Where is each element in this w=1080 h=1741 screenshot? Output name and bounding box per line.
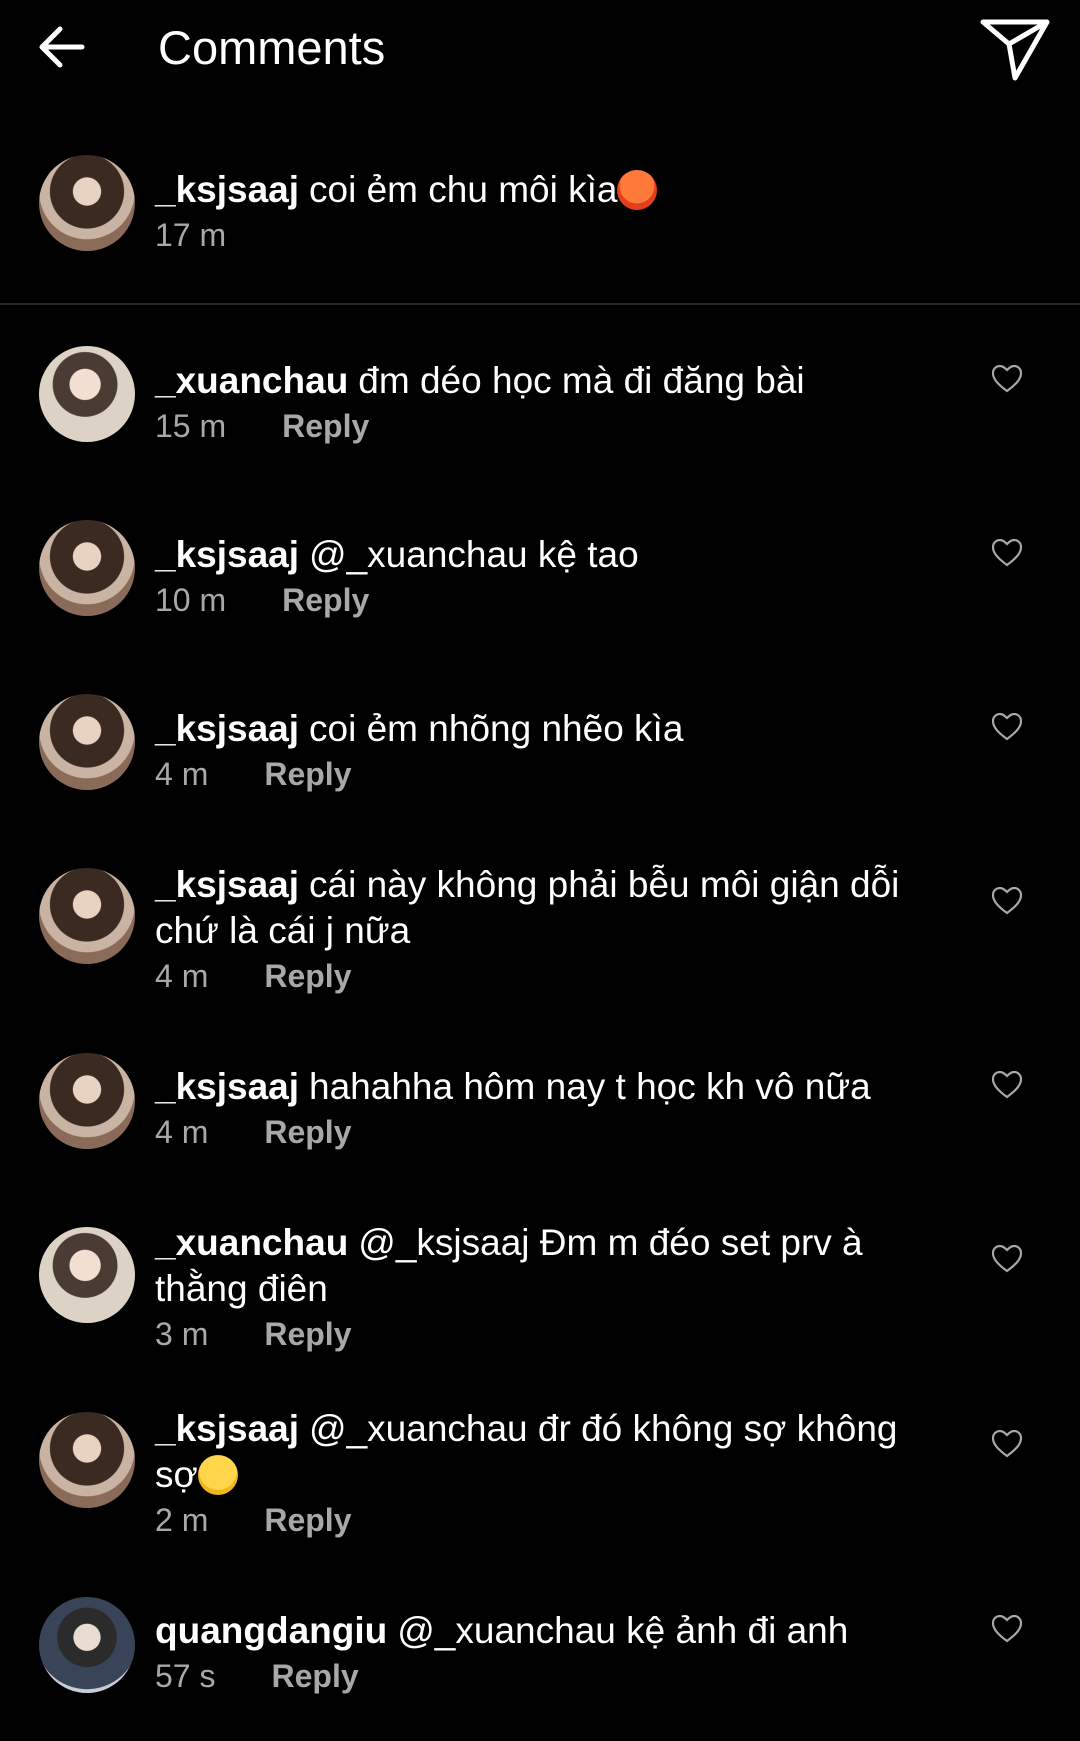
avatar[interactable] [39, 155, 135, 251]
reply-button[interactable]: Reply [264, 1498, 351, 1542]
avatar[interactable] [39, 1597, 135, 1693]
comment-text-line: _ksjsaaj @_xuanchau kệ tao [155, 532, 925, 578]
comment-body: _xuanchau đm déo học mà đi đăng bài 15 m … [155, 358, 925, 448]
share-button[interactable] [975, 12, 1055, 86]
comment-body: _xuanchau @_ksjsaaj Đm m đéo set prv à th… [155, 1220, 925, 1356]
header-bar: Comments [0, 0, 1080, 100]
comment-time: 4 m [155, 756, 209, 792]
comment-text-line: _ksjsaaj @_xuanchau đr đó không sợ không … [155, 1406, 925, 1498]
heart-icon [992, 887, 1022, 915]
avatar[interactable] [39, 868, 135, 964]
comment-body: _ksjsaaj @_xuanchau đr đó không sợ không … [155, 1406, 925, 1542]
comment-body: _ksjsaaj hahahha hôm nay t học kh vô nữa … [155, 1064, 925, 1154]
squinting-tongue-icon [197, 1455, 238, 1495]
comment-time: 10 m [155, 582, 227, 618]
page-title: Comments [158, 21, 386, 74]
avatar[interactable] [39, 1227, 135, 1323]
comment-username[interactable]: _ksjsaaj [155, 708, 299, 749]
comment-text: hahahha hôm nay t học kh vô nữa [309, 1066, 871, 1107]
like-button[interactable] [990, 536, 1024, 570]
reply-button[interactable]: Reply [264, 1110, 351, 1154]
comment-username[interactable]: _ksjsaaj [155, 534, 299, 575]
comment-text: coi ẻm nhõng nhẽo kìa [309, 708, 684, 749]
comment-meta: 10 m Reply [155, 578, 925, 622]
like-button[interactable] [990, 1612, 1024, 1646]
avatar[interactable] [39, 520, 135, 616]
post-caption: _ksjsaaj coi ẻm chu môi kìa 17 m [0, 140, 1080, 305]
reply-button[interactable]: Reply [271, 1654, 358, 1698]
comment-text: đm déo học mà đi đăng bài [358, 360, 805, 401]
reply-button[interactable]: Reply [264, 752, 351, 796]
avatar[interactable] [39, 694, 135, 790]
comment-meta: 4 m Reply [155, 752, 925, 796]
comment-time: 2 m [155, 1502, 209, 1538]
comment-time: 57 s [155, 1658, 216, 1694]
caption-text: coi ẻm chu môi kìa [309, 169, 618, 210]
comment-body: _ksjsaaj coi ẻm nhõng nhẽo kìa 4 m Reply [155, 706, 925, 796]
comment-time: 3 m [155, 1316, 209, 1352]
comment-text-line: _xuanchau đm déo học mà đi đăng bài [155, 358, 925, 404]
send-icon [980, 19, 1050, 81]
heart-icon [992, 1245, 1022, 1273]
heart-icon [992, 713, 1022, 741]
caption-text-line: _ksjsaaj coi ẻm chu môi kìa [155, 167, 925, 213]
comment-text-line: _ksjsaaj hahahha hôm nay t học kh vô nữa [155, 1064, 925, 1110]
avatar[interactable] [39, 1412, 135, 1508]
comment-username[interactable]: quangdangiu [155, 1610, 387, 1651]
comment-body: _ksjsaaj @_xuanchau kệ tao 10 m Reply [155, 532, 925, 622]
heart-icon [992, 1615, 1022, 1643]
comment-time: 4 m [155, 1114, 209, 1150]
heart-icon [992, 1430, 1022, 1458]
heart-icon [992, 1071, 1022, 1099]
avatar[interactable] [39, 1053, 135, 1149]
comment-time: 15 m [155, 408, 227, 444]
comment-text: @_xuanchau kệ ảnh đi anh [397, 1610, 849, 1651]
comment-text-line: _ksjsaaj coi ẻm nhõng nhẽo kìa [155, 706, 925, 752]
comment-meta: 4 m Reply [155, 1110, 925, 1154]
caption-body: _ksjsaaj coi ẻm chu môi kìa 17 m [155, 167, 925, 257]
arrow-left-icon [39, 26, 85, 68]
like-button[interactable] [990, 884, 1024, 918]
comment-body: _ksjsaaj cái này không phải bễu môi giận … [155, 862, 925, 998]
avatar[interactable] [39, 346, 135, 442]
reply-button[interactable]: Reply [282, 578, 369, 622]
comment-username[interactable]: _xuanchau [155, 1222, 348, 1263]
angry-face-icon [617, 170, 658, 210]
comment-meta: 15 m Reply [155, 404, 925, 448]
comment-meta: 57 s Reply [155, 1654, 925, 1698]
heart-icon [992, 539, 1022, 567]
caption-time: 17 m [155, 217, 227, 253]
caption-meta: 17 m [155, 213, 925, 257]
like-button[interactable] [990, 710, 1024, 744]
reply-button[interactable]: Reply [264, 954, 351, 998]
comment-meta: 2 m Reply [155, 1498, 925, 1542]
like-button[interactable] [990, 1068, 1024, 1102]
comment-meta: 3 m Reply [155, 1312, 925, 1356]
comment-text-line: quangdangiu @_xuanchau kệ ảnh đi anh [155, 1608, 925, 1654]
like-button[interactable] [990, 1427, 1024, 1461]
comment-text-line: _ksjsaaj cái này không phải bễu môi giận … [155, 862, 925, 954]
comment-username[interactable]: _ksjsaaj [155, 864, 299, 905]
comment-time: 4 m [155, 958, 209, 994]
back-button[interactable] [30, 18, 92, 76]
comment-username[interactable]: _ksjsaaj [155, 1408, 299, 1449]
comment-username[interactable]: _xuanchau [155, 360, 348, 401]
like-button[interactable] [990, 362, 1024, 396]
comment-body: quangdangiu @_xuanchau kệ ảnh đi anh 57 s… [155, 1608, 925, 1698]
comment-username[interactable]: _ksjsaaj [155, 1066, 299, 1107]
caption-username[interactable]: _ksjsaaj [155, 169, 299, 210]
reply-button[interactable]: Reply [264, 1312, 351, 1356]
comment-text-line: _xuanchau @_ksjsaaj Đm m đéo set prv à th… [155, 1220, 925, 1312]
heart-icon [992, 365, 1022, 393]
comment-text: @_xuanchau kệ tao [309, 534, 639, 575]
comment-meta: 4 m Reply [155, 954, 925, 998]
divider [0, 303, 1080, 305]
reply-button[interactable]: Reply [282, 404, 369, 448]
like-button[interactable] [990, 1242, 1024, 1276]
